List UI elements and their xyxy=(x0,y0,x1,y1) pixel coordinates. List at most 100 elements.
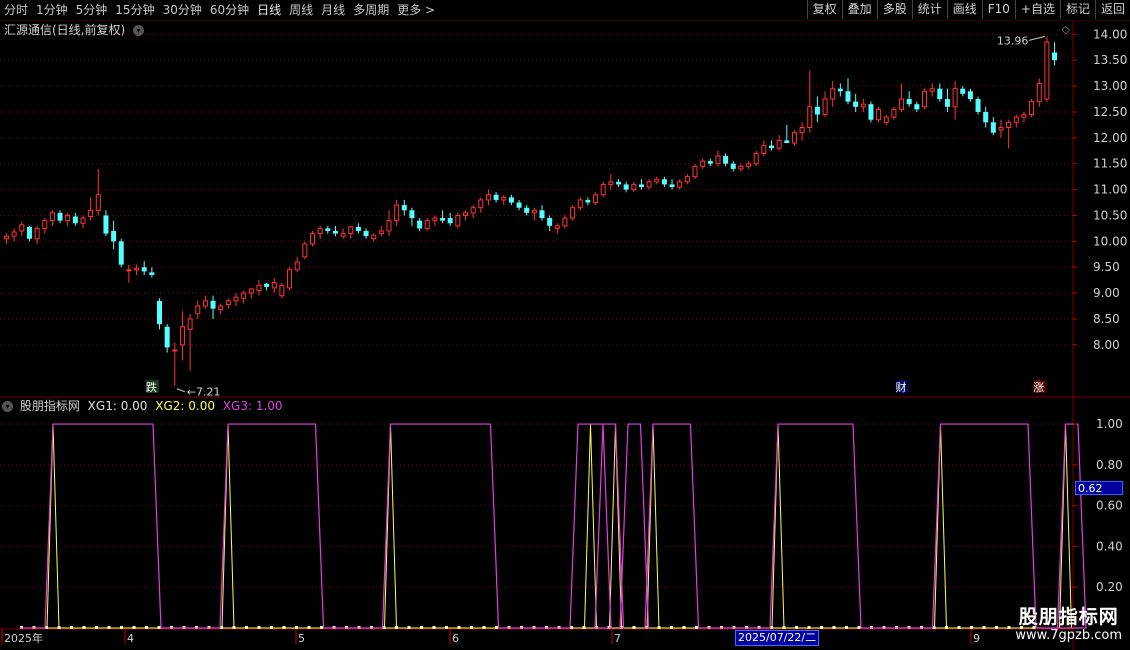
candle-body-up xyxy=(1006,121,1012,128)
tab-daily[interactable]: 日线 xyxy=(253,0,285,20)
candlestick-series xyxy=(4,36,1058,386)
tab-30min[interactable]: 30分钟 xyxy=(159,0,206,20)
xg1-point xyxy=(857,626,861,629)
add-watchlist-button[interactable]: +自选 xyxy=(1014,0,1060,19)
candle-body-up xyxy=(883,116,889,123)
xg1-point xyxy=(820,626,823,629)
indicator-header: ▾ 股朋指标网 XG1: 0.00 XG2: 0.00 XG3: 1.00 xyxy=(2,399,283,413)
corner-icons: ◇ xyxy=(1062,23,1070,36)
price-tick-label: 11.50 xyxy=(1093,157,1127,171)
indicator-name[interactable]: 股朋指标网 xyxy=(20,399,80,413)
price-tick-label: 9.50 xyxy=(1093,260,1120,274)
xg1-point xyxy=(445,626,448,629)
tab-weekly[interactable]: 周线 xyxy=(285,0,317,20)
candle-body-up xyxy=(34,227,40,240)
xg1-point xyxy=(795,626,798,629)
candle-body-up xyxy=(1036,83,1042,103)
candle-body-up xyxy=(998,126,1004,131)
candle-body-down xyxy=(937,88,943,100)
xg1-point xyxy=(295,626,298,629)
tab-more[interactable]: 更多 > xyxy=(393,0,439,20)
candle-body-up xyxy=(225,300,231,305)
candle-body-down xyxy=(853,101,859,107)
date-label: 2025年 xyxy=(4,631,43,645)
date-label: 4 xyxy=(127,632,134,645)
adjust-button[interactable]: 复权 xyxy=(806,0,842,19)
candle-body-up xyxy=(807,106,813,128)
stock-title[interactable]: 汇源通信(日线,前复权) ▾ xyxy=(4,23,147,37)
cursor-value-box: 0.62 xyxy=(1075,481,1123,495)
chevron-down-icon[interactable]: ▾ xyxy=(2,401,13,412)
candle-body-down xyxy=(975,99,981,112)
chart-canvas[interactable]: 14.00 13.50 13.00 12.50 12.00 11.50 11.00 10.50… xyxy=(0,20,1130,650)
candle-body-down xyxy=(967,91,973,100)
xg1-point xyxy=(282,626,286,629)
f10-button[interactable]: F10 xyxy=(981,0,1015,19)
stock-title-text: 汇源通信(日线,前复权) xyxy=(4,23,126,37)
xg1-point xyxy=(95,626,98,629)
candle-body-down xyxy=(409,210,415,219)
xg1-point xyxy=(957,626,961,629)
tab-5min[interactable]: 5分钟 xyxy=(72,0,112,20)
chevron-down-icon[interactable]: ▾ xyxy=(133,25,145,36)
action-buttons: 复权 叠加 多股 统计 画线 F10 +自选 标记 返回 xyxy=(806,0,1130,20)
candle-body-up xyxy=(432,217,438,222)
candle-body-down xyxy=(707,161,713,164)
candle-body-up xyxy=(692,165,698,178)
candle-body-up xyxy=(646,181,652,188)
candle-body-down xyxy=(508,197,514,203)
period-tabs: 分时 1分钟 5分钟 15分钟 30分钟 60分钟 日线 周线 月线 多周期 更… xyxy=(0,0,439,20)
tab-15min[interactable]: 15分钟 xyxy=(111,0,158,20)
candle-body-down xyxy=(118,241,124,265)
mark-button[interactable]: 标记 xyxy=(1059,0,1095,19)
multi-stock-button[interactable]: 多股 xyxy=(876,0,912,19)
candle-body-up xyxy=(746,163,752,167)
price-tick-label: 8.50 xyxy=(1093,312,1120,326)
back-button[interactable]: 返回 xyxy=(1094,0,1130,19)
price-axis: 14.00 13.50 13.00 12.50 12.00 11.50 11.00 10.50… xyxy=(1,27,1127,645)
candle-body-up xyxy=(776,139,782,149)
stats-button[interactable]: 统计 xyxy=(911,0,947,19)
candle-body-up xyxy=(134,267,140,271)
candle-body-up xyxy=(1029,101,1035,116)
overlay-button[interactable]: 叠加 xyxy=(841,0,877,19)
candle-body-down xyxy=(332,230,338,234)
xg1-point xyxy=(482,626,486,629)
candle-body-down xyxy=(141,267,147,272)
xg1-point xyxy=(832,626,836,629)
candle-body-down xyxy=(585,199,591,203)
watermark-title: 股朋指标网 xyxy=(1018,606,1119,628)
candle-body-down xyxy=(210,300,216,309)
candle-body-up xyxy=(218,305,224,311)
xg1-point xyxy=(682,626,686,629)
xg1-point xyxy=(632,626,636,629)
diamond-icon[interactable]: ◇ xyxy=(1062,23,1070,36)
candle-body-up xyxy=(715,155,721,165)
price-tick-label: 13.00 xyxy=(1093,79,1127,93)
draw-line-button[interactable]: 画线 xyxy=(946,0,982,19)
candle-body-down xyxy=(264,283,270,287)
candle-body-up xyxy=(424,220,430,229)
candle-body-up xyxy=(49,212,55,222)
candle-body-down xyxy=(769,145,774,149)
xg3-line xyxy=(20,423,1087,629)
candle-body-down xyxy=(814,106,820,115)
candle-body-up xyxy=(279,284,285,297)
xg1-point xyxy=(120,626,123,629)
xg1-point xyxy=(307,626,311,629)
candle-body-down xyxy=(111,230,117,242)
tab-fenshi[interactable]: 分时 xyxy=(0,0,32,20)
candle-body-up xyxy=(799,126,805,134)
xg1-point xyxy=(420,626,423,629)
candle-body-up xyxy=(42,220,48,229)
tab-60min[interactable]: 60分钟 xyxy=(206,0,253,20)
tab-monthly[interactable]: 月线 xyxy=(317,0,349,20)
candle-body-up xyxy=(1013,116,1019,123)
xg1-point xyxy=(670,626,673,629)
candle-body-up xyxy=(860,103,866,108)
candle-body-up xyxy=(241,292,247,299)
candle-body-up xyxy=(654,178,660,183)
xg1-point xyxy=(70,626,73,629)
tab-multi-period[interactable]: 多周期 xyxy=(349,0,393,20)
tab-1min[interactable]: 1分钟 xyxy=(32,0,72,20)
